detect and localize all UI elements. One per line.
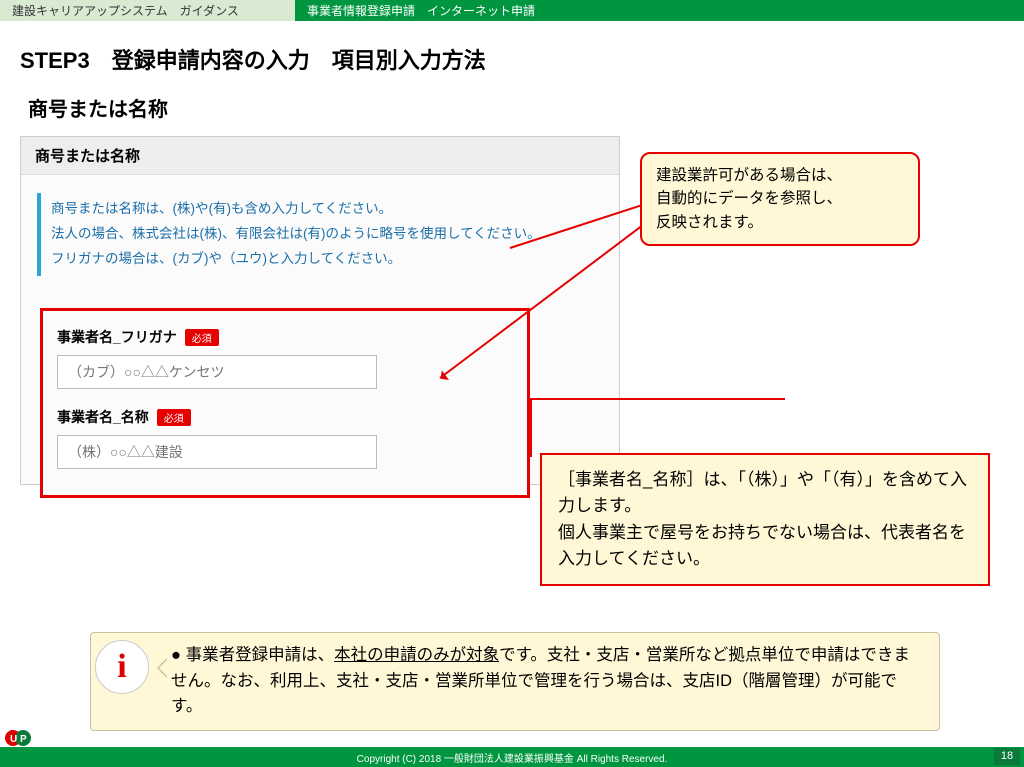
bullet-icon: ● [171,646,181,664]
instruction-line: フリガナの場合は、(カブ)や（ユウ)と入力してください。 [51,247,593,272]
field-label-name: 事業者名_名称 必須 [57,407,513,427]
info-icon: i [95,640,149,694]
callout-pointer [530,398,532,457]
required-badge: 必須 [157,409,191,426]
field-label-furigana: 事業者名_フリガナ 必須 [57,327,513,347]
copyright-text: Copyright (C) 2018 一般財団法人建設業振興基金 All Rig… [357,750,668,765]
page-number: 18 [994,748,1020,765]
callout-line: 自動的にデータを参照し、 [656,187,904,210]
callout-line: ［事業者名_名称］は、「（株）」や「（有）」を含めて入力します。 [558,467,972,520]
callout-name-entry: ［事業者名_名称］は、「（株）」や「（有）」を含めて入力します。 個人事業主で屋… [540,453,990,586]
business-name-input[interactable] [57,435,377,469]
business-name-furigana-input[interactable] [57,355,377,389]
required-badge: 必須 [185,329,219,346]
callout-pointer [530,398,785,400]
callout-auto-fill: 建設業許可がある場合は、 自動的にデータを参照し、 反映されます。 [640,152,920,246]
brand-logo-icon: U P [4,727,34,749]
step-title: STEP3 登録申請内容の入力 項目別入力方法 [0,21,1024,83]
footer-bar: Copyright (C) 2018 一般財団法人建設業振興基金 All Rig… [0,747,1024,767]
svg-text:P: P [20,734,27,745]
callout-line: 反映されます。 [656,211,904,234]
top-right-title: 事業者情報登録申請 インターネット申請 [295,0,547,21]
callout-line: 個人事業主で屋号をお持ちでない場合は、代表者名を入力してください。 [558,520,972,573]
info-text-prefix: 事業者登録申請は、 [186,646,335,664]
svg-text:U: U [10,734,17,745]
label-text: 事業者名_名称 [57,407,149,427]
info-text-underlined: 本社の申請のみが対象 [334,646,499,664]
speech-tail [149,658,169,678]
callout-line: 建設業許可がある場合は、 [656,164,904,187]
highlighted-form-area: 事業者名_フリガナ 必須 事業者名_名称 必須 [40,308,530,498]
instruction-block: 商号または名称は、(株)や(有)も含め入力してください。 法人の場合、株式会社は… [37,193,603,276]
top-left-title: 建設キャリアアップシステム ガイダンス [0,0,295,21]
info-note: ● 事業者登録申請は、本社の申請のみが対象です。支社・支店・営業所など拠点単位で… [90,632,940,731]
instruction-line: 法人の場合、株式会社は(株)、有限会社は(有)のように略号を使用してください。 [51,222,593,247]
panel-header: 商号または名称 [21,137,619,175]
section-title: 商号または名称 [0,83,1024,136]
instruction-line: 商号または名称は、(株)や(有)も含め入力してください。 [51,197,593,222]
label-text: 事業者名_フリガナ [57,327,177,347]
top-bar: 建設キャリアアップシステム ガイダンス 事業者情報登録申請 インターネット申請 [0,0,1024,21]
